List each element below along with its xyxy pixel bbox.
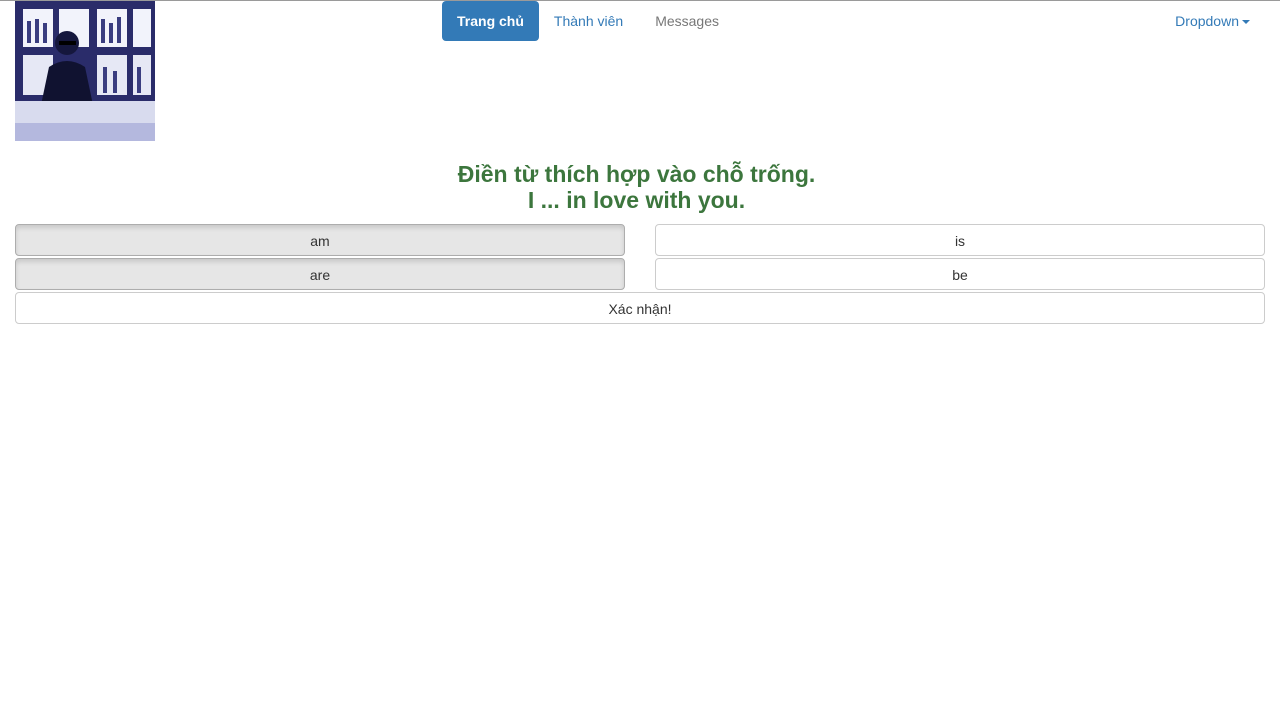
caret-down-icon (1242, 20, 1250, 25)
answer-option-am[interactable]: am (15, 224, 625, 256)
avatar (15, 1, 155, 141)
question-sentence: I ... in love with you. (527, 187, 746, 213)
dropdown-label: Dropdown (1175, 13, 1239, 29)
main-nav: Trang chủ Thành viên Messages (442, 1, 734, 41)
profile-photo (15, 1, 155, 141)
nav-members[interactable]: Thành viên (539, 1, 638, 41)
question: Điền từ thích hợp vào chỗ trống. I ... i… (0, 161, 1273, 213)
nav-home[interactable]: Trang chủ (442, 1, 539, 41)
dropdown-toggle[interactable]: Dropdown (1175, 1, 1250, 41)
answer-option-be[interactable]: be (655, 258, 1265, 290)
answer-option-is[interactable]: is (655, 224, 1265, 256)
submit-button[interactable]: Xác nhận! (15, 292, 1265, 324)
nav-messages[interactable]: Messages (638, 1, 734, 41)
question-instruction: Điền từ thích hợp vào chỗ trống. (457, 161, 816, 187)
answer-option-are[interactable]: are (15, 258, 625, 290)
